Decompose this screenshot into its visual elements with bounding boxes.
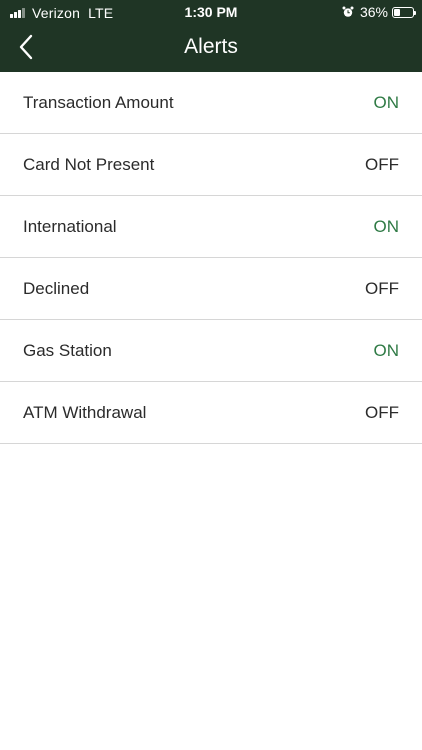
alert-status[interactable]: OFF <box>365 279 399 299</box>
alert-label: ATM Withdrawal <box>23 403 147 422</box>
status-bar: Verizon LTE 1:30 PM 36% <box>0 0 422 26</box>
battery-icon <box>392 6 416 18</box>
status-bar-right: 36% <box>342 4 416 20</box>
alert-status[interactable]: OFF <box>365 155 399 175</box>
alert-row[interactable]: International ON <box>0 196 422 258</box>
alert-row[interactable]: Card Not Present OFF <box>0 134 422 196</box>
alerts-list: Transaction Amount ON Card Not Present OFF I… <box>0 72 422 444</box>
alert-label: Declined <box>23 279 90 298</box>
app-header: Verizon LTE 1:30 PM 36% Alerts <box>0 0 422 72</box>
alert-label: Transaction Amount <box>23 93 174 112</box>
alert-row[interactable]: Declined OFF <box>0 258 422 320</box>
navigation-bar: Alerts <box>0 26 422 72</box>
alert-row[interactable]: Transaction Amount ON <box>0 72 422 134</box>
page-title: Alerts <box>184 35 238 58</box>
alert-status[interactable]: ON <box>374 93 400 113</box>
battery-percent: 36% <box>359 4 388 20</box>
alert-status[interactable]: OFF <box>365 403 399 423</box>
alert-status[interactable]: ON <box>374 217 400 237</box>
alert-status[interactable]: ON <box>374 341 400 361</box>
alert-label: International <box>23 217 117 236</box>
alert-label: Gas Station <box>23 341 112 360</box>
alert-row[interactable]: Gas Station ON <box>0 320 422 382</box>
alert-label: Card Not Present <box>23 155 155 174</box>
alert-row[interactable]: ATM Withdrawal OFF <box>0 382 422 444</box>
alarm-icon <box>342 6 354 17</box>
battery-level <box>394 8 400 16</box>
